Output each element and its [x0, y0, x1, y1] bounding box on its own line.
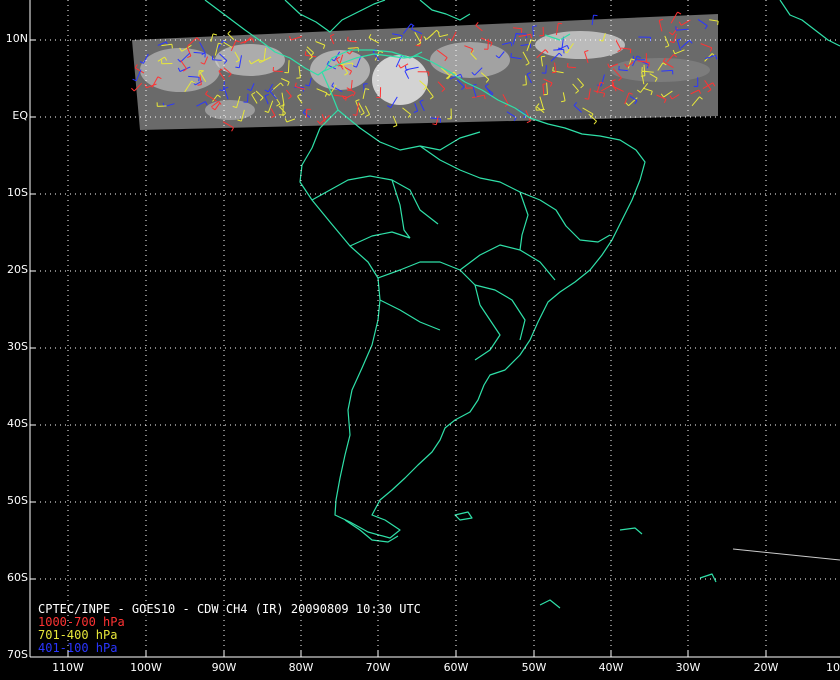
- lon-label-50w: 50W: [521, 661, 547, 674]
- wind-barb-flag: [296, 77, 301, 79]
- lon-label-30w: 30W: [675, 661, 701, 674]
- lon-label-80w: 80W: [288, 661, 314, 674]
- wind-barb-flag: [551, 71, 557, 74]
- wind-barb-flag: [259, 60, 265, 62]
- wind-barb-flag: [131, 87, 135, 92]
- wind-barb-flag: [520, 28, 523, 33]
- wind-barb-flag: [347, 36, 349, 41]
- lat-label-eq: EQ: [12, 109, 28, 122]
- lon-label-40w: 40W: [598, 661, 624, 674]
- lat-label-10s: 10S: [7, 186, 28, 199]
- wind-barb: [287, 60, 290, 73]
- wind-barb-flag: [717, 21, 719, 26]
- wind-barb-flag: [197, 84, 202, 86]
- wind-barb-flag: [432, 123, 437, 126]
- wind-barb-flag: [558, 22, 563, 25]
- lat-label-10n: 10N: [5, 32, 28, 45]
- lon-label-70w: 70W: [365, 661, 391, 674]
- wind-barb-flag: [404, 65, 407, 70]
- wind-barb-flag: [641, 70, 646, 73]
- wind-barb-flag: [510, 53, 512, 58]
- wind-barb: [567, 66, 576, 69]
- wind-barb-flag: [415, 44, 420, 47]
- lon-label-10w: 10W: [826, 662, 840, 674]
- wind-barb-flag: [280, 105, 285, 107]
- wind-barb-flag: [393, 124, 398, 128]
- wind-barb-flag: [352, 114, 357, 116]
- wind-barb-flag: [593, 120, 597, 125]
- wind-barb-flag: [677, 11, 682, 15]
- lat-label-50s: 50S: [7, 494, 28, 507]
- wind-barb-flag: [219, 89, 224, 91]
- satellite-map: 10N EQ 10S 20S 30S 40S 50S 60S 70S 110W …: [0, 0, 840, 680]
- wind-barb-flag: [171, 44, 173, 49]
- lon-label-110w: 110W: [52, 661, 84, 674]
- lon-label-90w: 90W: [211, 661, 237, 674]
- wind-barb-flag: [541, 55, 546, 58]
- lat-label-30s: 30S: [7, 340, 28, 353]
- wind-barb-flag: [227, 30, 231, 34]
- map-canvas: [29, 0, 840, 658]
- lat-label-70s: 70S: [7, 648, 28, 661]
- wind-barb-flag: [526, 120, 531, 124]
- wind-barb-flag: [235, 66, 240, 69]
- lon-label-100w: 100W: [130, 661, 162, 674]
- wind-barb-flag: [629, 49, 632, 54]
- wind-barb-flag: [593, 14, 598, 17]
- wind-barb: [247, 93, 249, 103]
- wind-barb-flag: [552, 66, 554, 71]
- wind-barb: [212, 59, 222, 61]
- wind-barb-flag: [304, 51, 307, 56]
- lat-label-40s: 40S: [7, 417, 28, 430]
- lat-label-20s: 20S: [7, 263, 28, 276]
- lat-label-60s: 60S: [7, 571, 28, 584]
- wind-barb-flag: [352, 62, 354, 68]
- wind-barb-flag: [648, 62, 650, 67]
- wind-barb-flag: [529, 44, 532, 49]
- lon-label-20w: 20W: [753, 661, 779, 674]
- wind-barb-flag: [231, 127, 234, 132]
- wind-barb: [545, 65, 547, 74]
- wind-barb-flag: [212, 33, 218, 36]
- wind-barb: [273, 70, 283, 73]
- wind-barb: [553, 48, 564, 51]
- map-caption: CPTEC/INPE - GOES10 - CDW CH4 (IR) 20090…: [38, 603, 421, 655]
- wind-barb-flag: [584, 98, 589, 100]
- wind-barb: [661, 69, 673, 72]
- lon-label-60w: 60W: [443, 661, 469, 674]
- legend-high-level: 401-100 hPa: [38, 641, 118, 655]
